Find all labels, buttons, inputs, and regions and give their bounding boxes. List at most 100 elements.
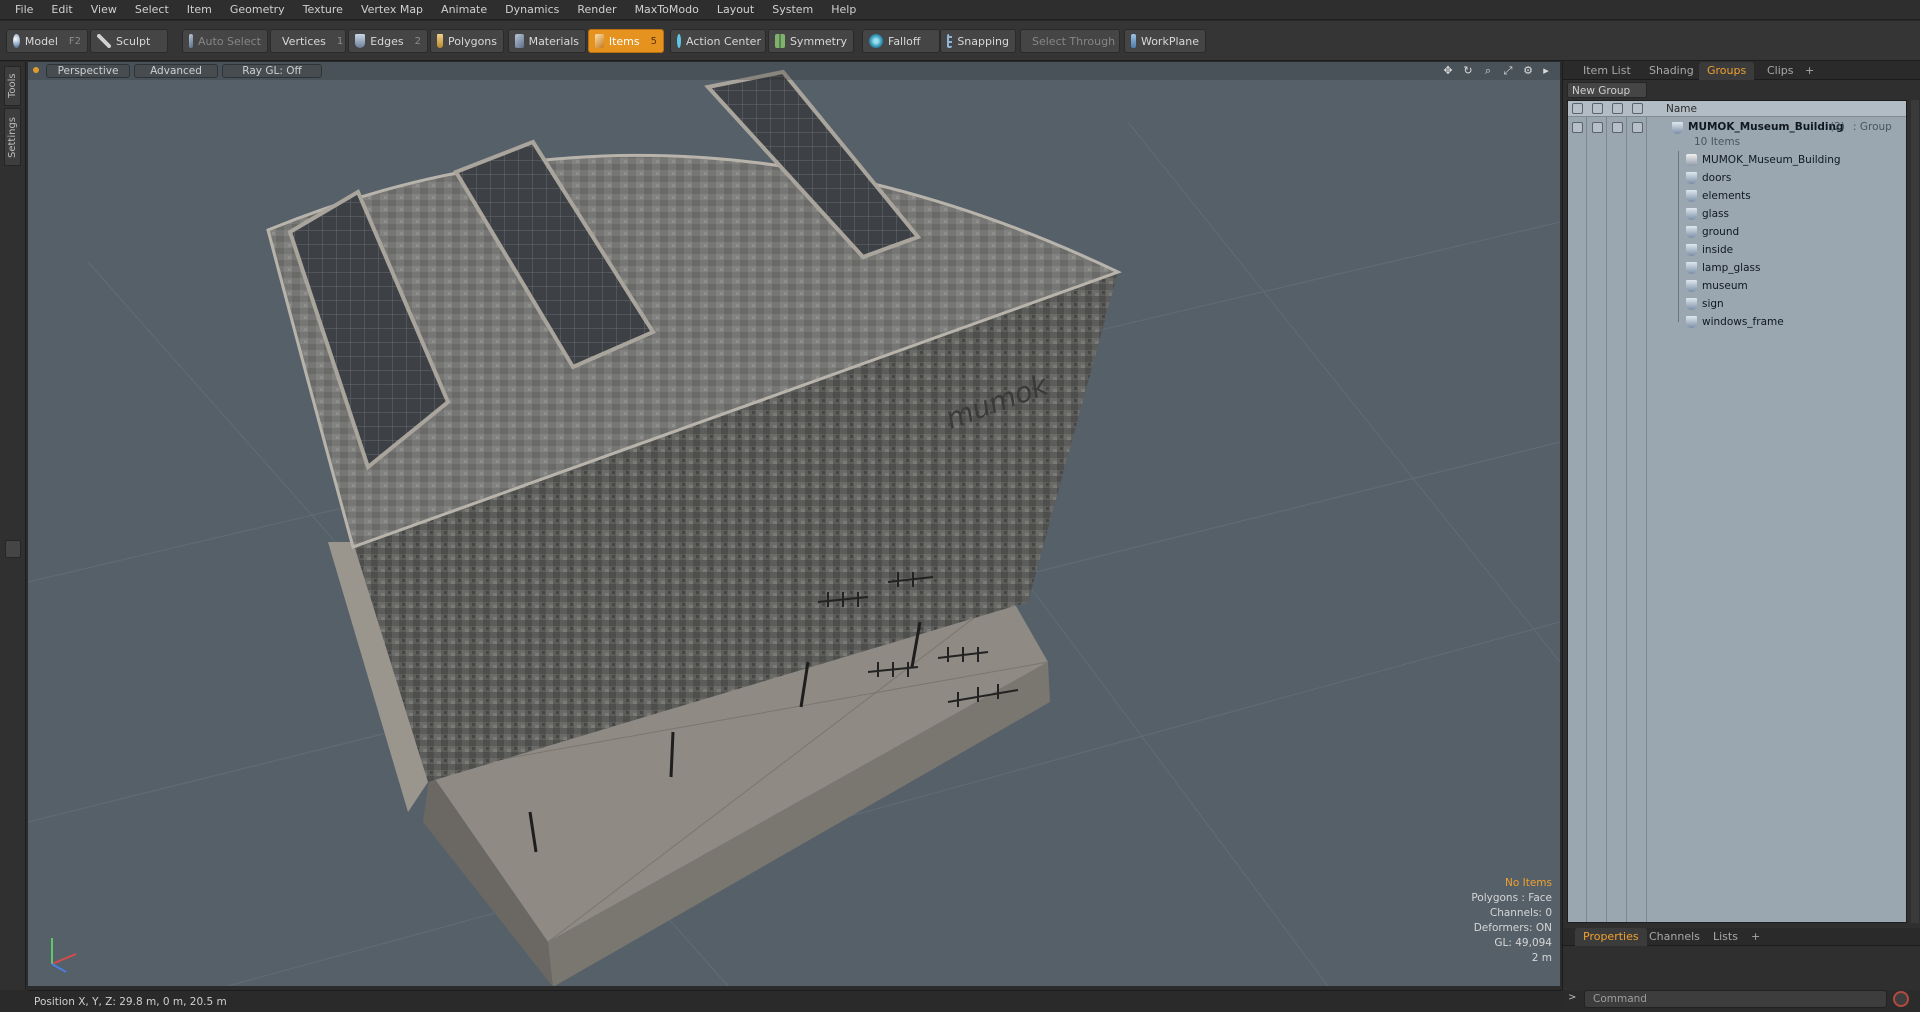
viewport-menu-dot-icon[interactable] [33,67,39,73]
3d-viewport[interactable]: mumok Perspective Advanced Ray GL: Off ✥… [28,62,1560,986]
list-item[interactable]: windows_frame [1568,313,1906,331]
auto-select-button[interactable]: Auto Select [182,29,268,53]
list-item[interactable]: glass [1568,205,1906,223]
tab-channels[interactable]: Channels [1641,928,1708,946]
item-label: glass [1702,208,1729,220]
polygons-button[interactable]: Polygons [430,29,504,53]
rotate-icon[interactable]: ↻ [1462,65,1474,77]
list-item[interactable]: MUMOK_Museum_Building [1568,151,1906,169]
settings-tab[interactable]: Settings [4,108,21,166]
polygons-stat: Polygons : Face [1471,892,1552,904]
group-row[interactable]: MUMOK_Museum_Building (2) : Group 10 Ite… [1568,119,1906,151]
edges-button[interactable]: Edges 2 [348,29,428,53]
menu-layout[interactable]: Layout [708,0,763,20]
menu-geometry[interactable]: Geometry [221,0,294,20]
menu-maxtomodo[interactable]: MaxToModo [626,0,708,20]
vertices-shortcut: 1 [336,35,344,47]
items-button[interactable]: Items 5 [588,29,664,53]
menu-edit[interactable]: Edit [42,0,81,20]
toolbar: Model F2 Sculpt Auto Select Vertices 1 E… [0,21,1920,61]
left-tab-strip: Tools Settings [0,62,26,990]
list-item[interactable]: elements [1568,187,1906,205]
building-scene: mumok [28,69,1560,986]
tools-tab[interactable]: Tools [4,66,21,106]
symmetry-icon [775,34,785,48]
maximize-icon[interactable]: ⤢ [1502,65,1514,77]
bottom-panel-tabs: Properties Channels Lists + [1563,928,1920,946]
tab-lists[interactable]: Lists [1705,928,1746,946]
symmetry-button[interactable]: Symmetry [768,29,854,53]
menu-vertex-map[interactable]: Vertex Map [352,0,432,20]
item-label: lamp_glass [1702,262,1761,274]
auto-select-icon [189,34,194,48]
list-item[interactable]: sign [1568,295,1906,313]
materials-button[interactable]: Materials [508,29,586,53]
action-center-button[interactable]: Action Center [670,29,766,53]
item-label: windows_frame [1702,316,1784,328]
mesh-group-icon [1686,298,1697,310]
select-through-button[interactable]: Select Through [1020,29,1120,53]
items-icon [595,34,604,48]
items-shortcut: 5 [650,35,657,47]
model-button[interactable]: Model F2 [6,29,88,53]
menu-item[interactable]: Item [178,0,221,20]
menu-texture[interactable]: Texture [294,0,352,20]
tab-item-list[interactable]: Item List [1575,62,1639,80]
scale-stat: 2 m [1531,952,1552,964]
item-label: ground [1702,226,1740,238]
eye-icon[interactable] [1572,122,1583,133]
menu-file[interactable]: File [6,0,42,20]
tab-add[interactable]: + [1797,62,1822,80]
tab-clips[interactable]: Clips [1759,62,1802,80]
shading-dropdown[interactable]: Advanced [134,64,218,78]
sculpt-button[interactable]: Sculpt [90,29,168,53]
list-scrollbar[interactable] [1911,100,1919,923]
command-execute-icon[interactable] [1893,991,1909,1007]
lock-header-icon [1592,103,1603,114]
raygl-toggle[interactable]: Ray GL: Off [222,64,322,78]
zoom-icon[interactable]: ⌕ [1482,65,1494,77]
menu-help[interactable]: Help [822,0,865,20]
tab-groups[interactable]: Groups [1699,62,1755,80]
select-through-label: Select Through [1032,34,1116,48]
gear-icon[interactable]: ⚙ [1522,65,1534,77]
list-header: Name [1568,101,1906,117]
list-item[interactable]: museum [1568,277,1906,295]
menu-dynamics[interactable]: Dynamics [496,0,568,20]
view-mode-dropdown[interactable]: Perspective [46,64,130,78]
group-type: : Group [1853,121,1892,133]
menu-animate[interactable]: Animate [432,0,496,20]
list-item[interactable]: doors [1568,169,1906,187]
workplane-button[interactable]: WorkPlane [1124,29,1206,53]
lock-icon[interactable] [1592,122,1603,133]
render-header-icon [1612,103,1623,114]
falloff-button[interactable]: Falloff [862,29,940,53]
menu-render[interactable]: Render [568,0,625,20]
menu-view[interactable]: View [82,0,126,20]
mesh-group-icon [1686,262,1697,274]
render-toggle-icon[interactable] [1612,122,1623,133]
pan-icon[interactable]: ✥ [1442,65,1454,77]
play-icon[interactable]: ▸ [1540,65,1552,77]
tab-properties[interactable]: Properties [1575,928,1647,946]
tab-shading[interactable]: Shading [1641,62,1702,80]
mesh-group-icon [1686,190,1697,202]
list-item[interactable]: lamp_glass [1568,259,1906,277]
menu-select[interactable]: Select [126,0,178,20]
item-label: inside [1702,244,1734,256]
list-item[interactable]: inside [1568,241,1906,259]
snapping-button[interactable]: Snapping [940,29,1016,53]
tab-add-bottom[interactable]: + [1743,928,1768,946]
vertices-button[interactable]: Vertices 1 [270,29,346,53]
select-toggle-icon[interactable] [1632,122,1643,133]
mesh-group-icon [1686,226,1697,238]
edges-icon [355,34,366,48]
viewport-header: Perspective Advanced Ray GL: Off ✥ ↻ ⌕ ⤢… [28,62,1560,80]
left-panel-toggle[interactable] [5,540,21,558]
sculpt-label: Sculpt [116,34,151,48]
menu-system[interactable]: System [763,0,822,20]
new-group-button[interactable]: New Group [1567,82,1647,98]
command-input[interactable]: Command [1584,990,1887,1008]
command-arrow-icon: > [1568,992,1577,1003]
list-item[interactable]: ground [1568,223,1906,241]
